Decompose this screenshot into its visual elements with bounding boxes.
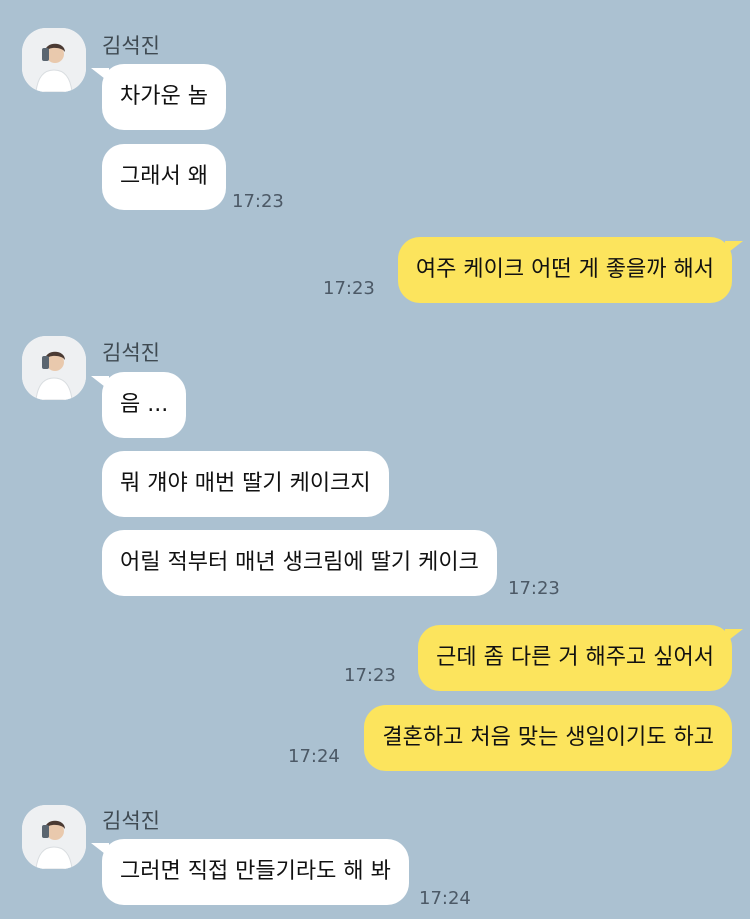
sender-avatar[interactable] <box>22 805 86 869</box>
message-timestamp: 17:23 <box>508 578 560 599</box>
message-bubble-outgoing[interactable]: 결혼하고 처음 맞는 생일이기도 하고 <box>364 705 732 771</box>
message-bubble-incoming[interactable]: 차가운 놈 <box>91 64 226 130</box>
sender-name: 김석진 <box>102 809 160 833</box>
message-bubble-outgoing[interactable]: 근데 좀 다른 거 해주고 싶어서 <box>418 625 743 691</box>
message-bubble-incoming[interactable]: 음 ... <box>90 372 187 438</box>
message-bubble-incoming[interactable]: 어릴 적부터 매년 생크림에 딸기 케이크 <box>102 530 497 596</box>
profile-photo-avatar-icon <box>22 28 86 92</box>
sender-name: 김석진 <box>102 341 160 365</box>
message-timestamp: 17:23 <box>232 191 284 212</box>
message-bubble-incoming[interactable]: 뭐 걔야 매번 딸기 케이크지 <box>102 451 389 517</box>
message-timestamp: 17:24 <box>288 746 340 767</box>
sender-avatar[interactable] <box>22 28 86 92</box>
sender-name: 김석진 <box>102 34 160 58</box>
message-timestamp: 17:24 <box>419 888 471 909</box>
message-bubble-incoming[interactable]: 그래서 왜 <box>102 144 226 210</box>
message-bubble-outgoing[interactable]: 여주 케이크 어떤 게 좋을까 해서 <box>397 237 744 303</box>
profile-photo-avatar-icon <box>22 336 86 400</box>
message-timestamp: 17:23 <box>344 665 396 686</box>
profile-photo-avatar-icon <box>22 805 86 869</box>
message-bubble-incoming[interactable]: 그러면 직접 만들기라도 해 봐 <box>91 839 409 905</box>
sender-avatar[interactable] <box>22 336 86 400</box>
message-timestamp: 17:23 <box>323 278 375 299</box>
